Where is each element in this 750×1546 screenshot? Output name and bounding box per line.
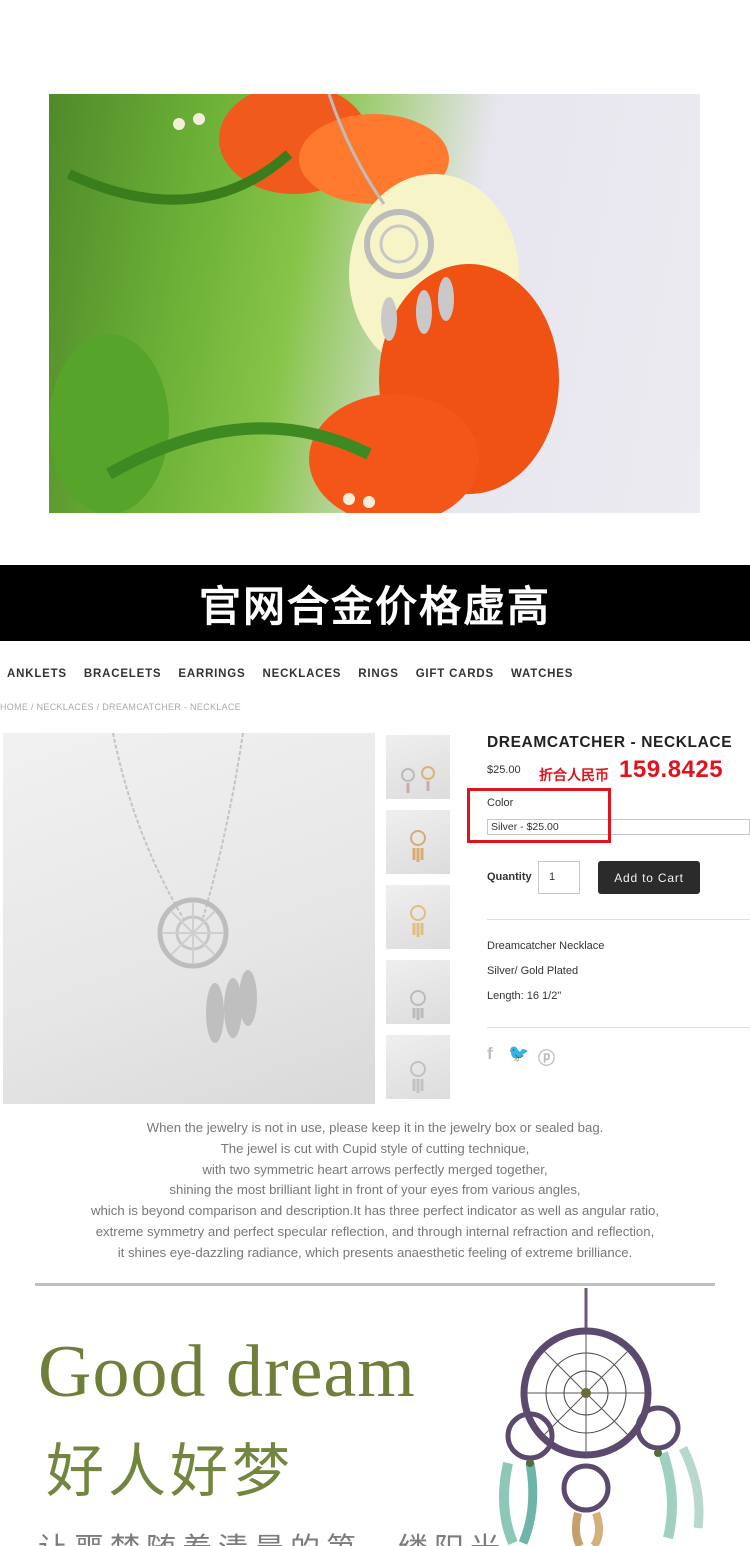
cny-price-label: 折合人民币 bbox=[539, 767, 609, 783]
breadcrumb[interactable]: HOME / NECKLACES / DREAMCATCHER - NECKLA… bbox=[0, 702, 241, 712]
divider bbox=[487, 1027, 750, 1028]
promo-banner-text: 官网合金价格虚高 bbox=[198, 581, 551, 631]
nav-item-bracelets[interactable]: BRACELETS bbox=[84, 668, 161, 680]
thumbnail-1[interactable] bbox=[386, 735, 450, 799]
paragraph-line: it shines eye-dazzling radiance, which p… bbox=[117, 1244, 633, 1260]
description-line: Silver/ Gold Plated bbox=[487, 965, 579, 977]
twitter-icon[interactable]: 🐦 bbox=[508, 1044, 529, 1064]
paragraph-line: extreme symmetry and perfect specular re… bbox=[95, 1223, 655, 1239]
good-dream-title: Good dream bbox=[38, 1331, 416, 1413]
product-title: DREAMCATCHER - NECKLACE bbox=[487, 734, 733, 751]
paragraph-line: with two symmetric heart arrows perfectl… bbox=[202, 1161, 548, 1177]
thumbnail-3[interactable] bbox=[386, 885, 450, 949]
main-product-image[interactable] bbox=[3, 733, 375, 1104]
cny-price-value: 159.8425 bbox=[619, 756, 724, 783]
description-line: Length: 16 1/2" bbox=[487, 990, 562, 1002]
paragraph-line: which is beyond comparison and descripti… bbox=[90, 1203, 660, 1219]
thumbnail-5[interactable] bbox=[386, 1035, 450, 1099]
care-description: When the jewelry is not in use, please k… bbox=[0, 1118, 750, 1264]
section-divider bbox=[35, 1283, 715, 1286]
nav-item-watches[interactable]: WATCHES bbox=[511, 668, 573, 680]
paragraph-line: shining the most brilliant light in fron… bbox=[169, 1182, 581, 1198]
nav-item-anklets[interactable]: ANKLETS bbox=[7, 668, 67, 680]
description-line: Dreamcatcher Necklace bbox=[487, 940, 605, 952]
thumbnail-4[interactable] bbox=[386, 960, 450, 1024]
category-nav: ANKLETS BRACELETS EARRINGS NECKLACES RIN… bbox=[7, 668, 590, 680]
divider bbox=[487, 919, 750, 920]
hero-product-photo bbox=[49, 94, 700, 513]
facebook-icon[interactable]: f bbox=[487, 1044, 493, 1064]
quantity-input[interactable]: 1 bbox=[538, 861, 580, 894]
good-dream-tagline: 让噩梦随着清晨的第一缕阳光 bbox=[38, 1524, 506, 1546]
dreamcatcher-illustration bbox=[478, 1288, 728, 1546]
nav-item-gift-cards[interactable]: GIFT CARDS bbox=[416, 668, 494, 680]
nav-item-necklaces[interactable]: NECKLACES bbox=[263, 668, 342, 680]
paragraph-line: When the jewelry is not in use, please k… bbox=[146, 1120, 604, 1135]
nav-item-rings[interactable]: RINGS bbox=[358, 668, 398, 680]
product-price: $25.00 bbox=[487, 764, 521, 776]
paragraph-line: The jewel is cut with Cupid style of cut… bbox=[220, 1140, 530, 1156]
highlight-box bbox=[467, 788, 611, 843]
nav-item-earrings[interactable]: EARRINGS bbox=[178, 668, 245, 680]
pinterest-icon[interactable]: ⓟ bbox=[538, 1044, 555, 1069]
add-to-cart-button[interactable]: Add to Cart bbox=[598, 861, 700, 894]
thumbnail-2[interactable] bbox=[386, 810, 450, 874]
good-dream-subtitle: 好人好梦 bbox=[46, 1439, 295, 1504]
promo-banner: 官网合金价格虚高 bbox=[0, 565, 750, 641]
quantity-label: Quantity bbox=[487, 871, 532, 883]
